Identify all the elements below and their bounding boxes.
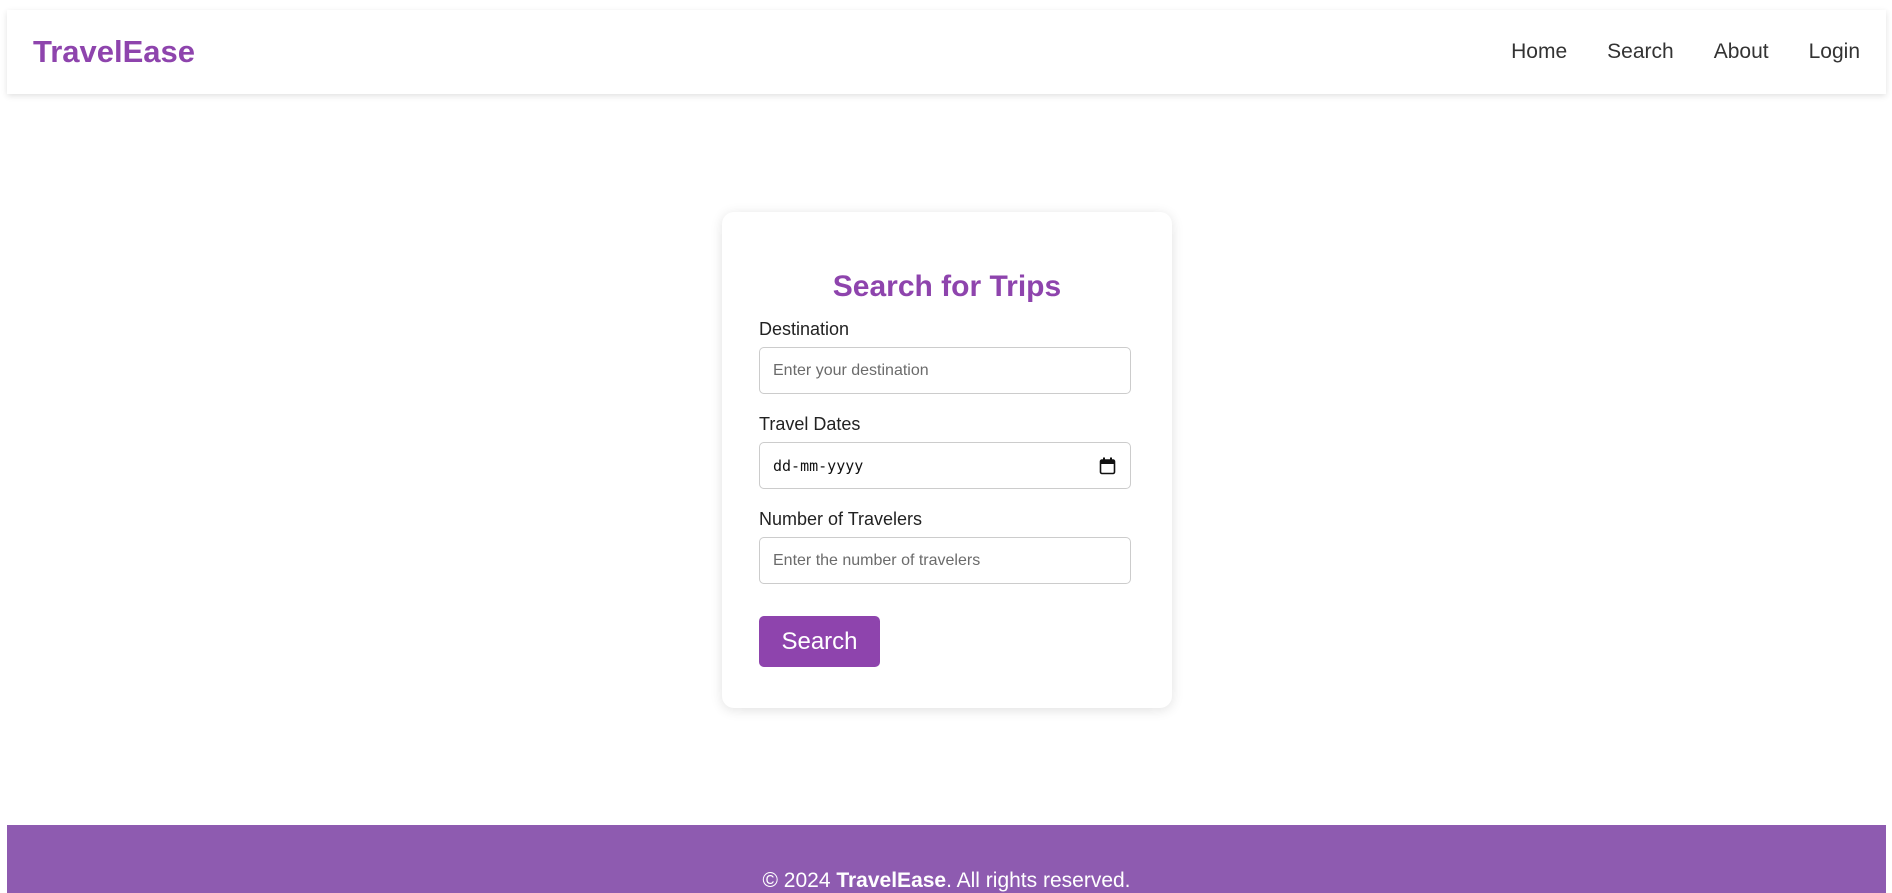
travel-dates-input[interactable]: dd-mm-yyyy (759, 442, 1131, 489)
travelers-label: Number of Travelers (759, 509, 923, 529)
travel-dates-label: Travel Dates (759, 414, 861, 434)
nav-link-about[interactable]: About (1714, 40, 1769, 64)
footer-copyright: © 2024 (762, 869, 831, 892)
footer: © 2024 TravelEase. All rights reserved. (7, 825, 1886, 893)
footer-rights: . All rights reserved. (946, 869, 1131, 892)
search-card: Search for Trips Destination Travel Date… (722, 212, 1172, 708)
search-button[interactable]: Search (759, 616, 880, 667)
footer-brand: TravelEase (836, 869, 947, 892)
travelers-input[interactable] (759, 537, 1131, 584)
destination-input[interactable] (759, 347, 1131, 394)
nav-links: Home Search About Login (1511, 40, 1860, 64)
nav-link-home[interactable]: Home (1511, 40, 1567, 64)
search-form-title: Search for Trips (832, 270, 1062, 303)
date-placeholder: dd-mm-yyyy (773, 456, 864, 475)
destination-label: Destination (759, 319, 850, 339)
nav-link-search[interactable]: Search (1607, 40, 1674, 64)
footer-text: © 2024 TravelEase. All rights reserved. (762, 869, 1130, 893)
logo[interactable]: TravelEase (33, 34, 195, 70)
navbar: TravelEase Home Search About Login (7, 10, 1886, 94)
nav-link-login[interactable]: Login (1809, 40, 1860, 64)
calendar-icon[interactable] (1099, 457, 1116, 475)
